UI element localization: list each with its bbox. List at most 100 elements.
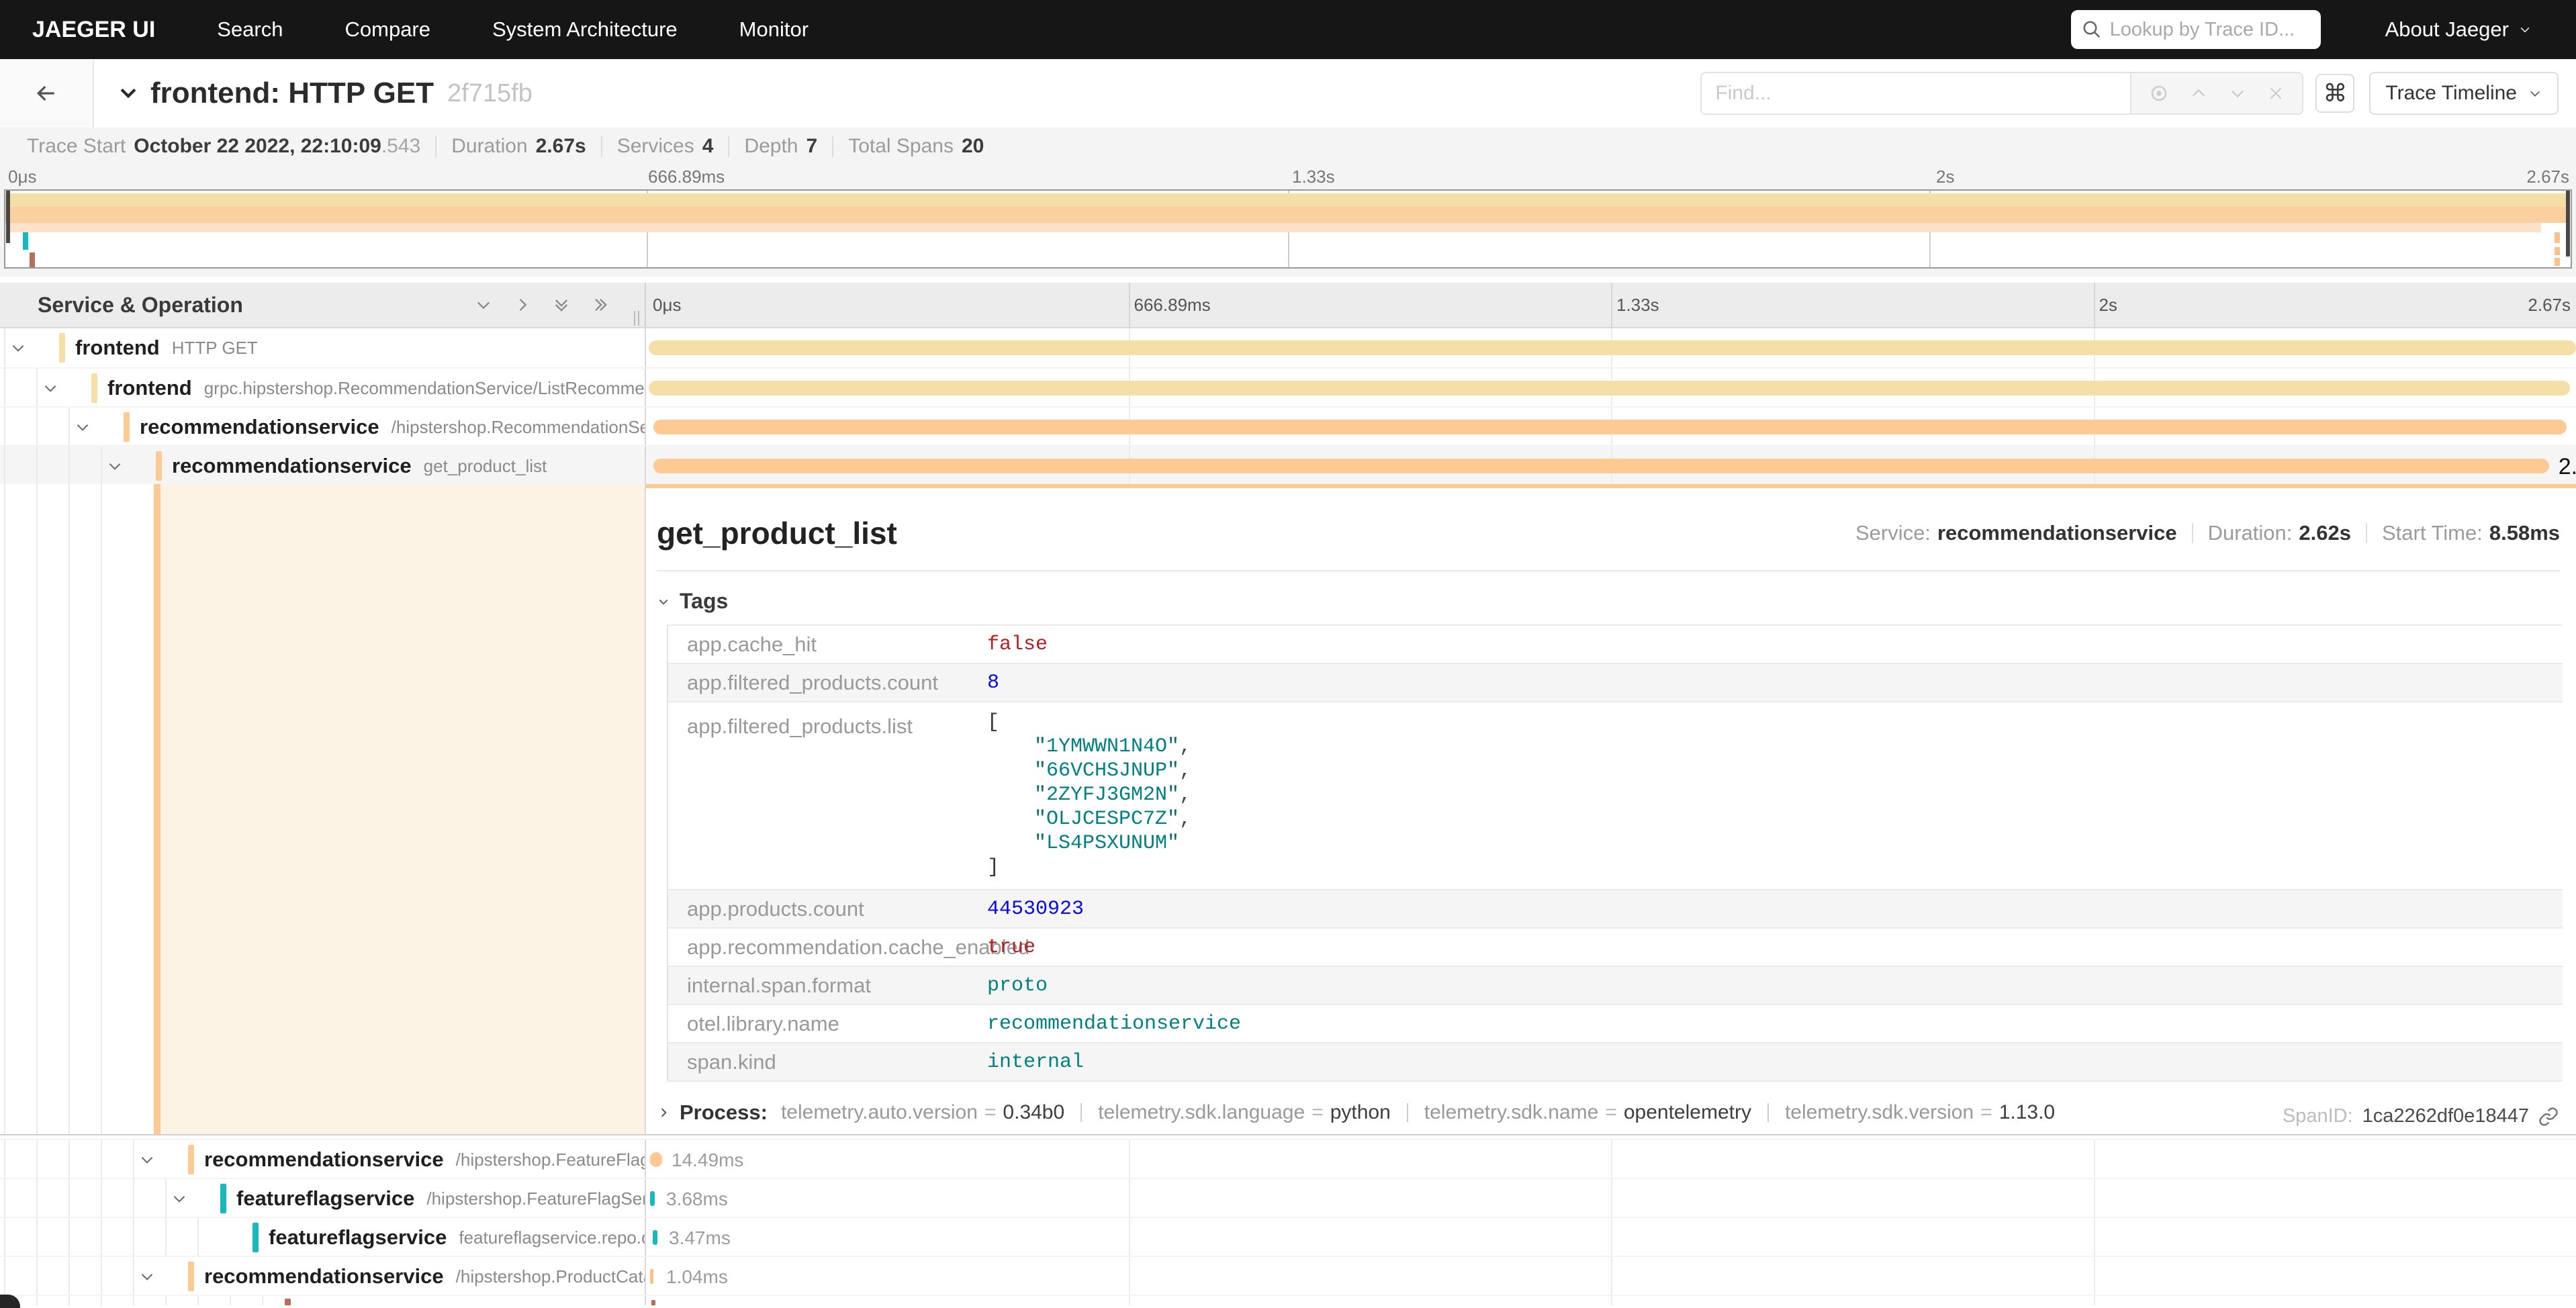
tag-row: span.kind internal	[668, 1042, 2563, 1080]
trace-id-lookup-input[interactable]	[2110, 19, 2310, 41]
service-operation-header: Service & Operation	[0, 283, 646, 327]
about-jaeger-menu[interactable]: About Jaeger	[2385, 17, 2532, 42]
app-logo[interactable]: JAEGER UI	[32, 17, 155, 43]
minimap-span-tail	[2555, 247, 2560, 255]
span-detail-meta: Service:recommendationservice Duration:2…	[1855, 521, 2560, 545]
trace-summary: Trace Start October 22 2022, 22:10:09 .5…	[0, 128, 2576, 165]
tag-row: app.recommendation.cache_enabled true	[668, 927, 2563, 966]
collapse-one-icon[interactable]	[474, 295, 493, 314]
process-kv: telemetry.sdk.languagepython	[1098, 1101, 1391, 1124]
focus-match-icon[interactable]	[2149, 83, 2169, 103]
minimap-span-tail	[2555, 258, 2560, 266]
timeline-header: Service & Operation 0μs	[0, 283, 2576, 328]
tags-section-title: Tags	[680, 589, 728, 614]
span-service: recommendationservice	[140, 415, 379, 439]
span-row-frontend-grpc[interactable]: frontend grpc.hipstershop.Recommendation…	[0, 367, 2576, 406]
trace-duration: Duration 2.67s	[436, 136, 602, 157]
span-row-recommendation-list[interactable]: recommendationservice /hipstershop.Recom…	[0, 406, 2576, 445]
column-resizer[interactable]	[634, 311, 639, 326]
process-kv: telemetry.auto.version0.34b0	[781, 1101, 1064, 1124]
service-color-bar	[59, 333, 65, 363]
selected-span-tint	[160, 484, 645, 1134]
span-operation: featureflagservice.repo.query:fe...	[459, 1227, 646, 1248]
nav-item-monitor[interactable]: Monitor	[739, 17, 809, 42]
span-service: frontend	[75, 336, 160, 360]
process-kv: telemetry.sdk.nameopentelemetry	[1424, 1101, 1751, 1124]
expand-one-icon[interactable]	[513, 295, 532, 314]
chevron-down-icon[interactable]	[106, 457, 124, 475]
link-icon[interactable]	[2538, 1107, 2559, 1127]
tags-section-toggle[interactable]: Tags	[657, 589, 2576, 614]
span-row-rec-featureflag[interactable]: recommendationservice /hipstershop.Featu…	[0, 1139, 2576, 1178]
chevron-down-icon	[2518, 23, 2532, 36]
next-match-icon[interactable]	[2228, 84, 2247, 103]
span-bar[interactable]	[653, 1230, 657, 1245]
span-row-rec-productcatalog[interactable]: recommendationservice /hipstershop.Produ…	[0, 1256, 2576, 1295]
span-service: recommendationservice	[172, 454, 412, 478]
minimap-span-featureflag	[23, 232, 28, 250]
top-nav: JAEGER UI Search Compare System Architec…	[0, 0, 2576, 59]
span-id-label: SpanID:	[2283, 1105, 2353, 1127]
expand-all-icon[interactable]	[591, 295, 610, 314]
tag-row: app.products.count 44530923	[668, 889, 2563, 927]
service-color-bar	[188, 1145, 194, 1174]
span-bar[interactable]	[649, 340, 2576, 355]
command-icon: ⌘	[2323, 79, 2347, 107]
minimap-right-handle[interactable]	[2566, 191, 2570, 256]
span-service-meta: Service:recommendationservice	[1855, 521, 2177, 545]
process-section-toggle[interactable]: Process: telemetry.auto.version0.34b0 te…	[657, 1101, 2560, 1125]
trace-header-bar: frontend: HTTP GET 2f715fb ⌘	[0, 59, 2576, 128]
keyboard-shortcuts-button[interactable]: ⌘	[2315, 74, 2354, 113]
tag-row: app.filtered_products.list [ 1YMWWN1N4O …	[668, 701, 2563, 889]
chevron-down-icon[interactable]	[171, 1190, 188, 1207]
chevron-down-icon[interactable]	[42, 379, 59, 397]
trace-view-selector[interactable]: Trace Timeline	[2369, 72, 2559, 115]
tag-row: internal.span.format proto	[668, 966, 2563, 1004]
chevron-down-icon[interactable]	[74, 418, 91, 436]
span-row-partial[interactable]	[0, 1295, 2576, 1305]
chevron-right-icon	[657, 1106, 670, 1119]
trace-services-count: Services 4	[602, 136, 730, 157]
span-bar[interactable]	[650, 1269, 653, 1284]
trace-minimap[interactable]	[4, 189, 2572, 269]
prev-match-icon[interactable]	[2189, 84, 2208, 103]
tag-row: app.filtered_products.count 8	[668, 663, 2563, 701]
span-bar[interactable]	[651, 1300, 655, 1305]
span-detail-title: get_product_list	[657, 515, 897, 551]
span-bar[interactable]	[653, 459, 2548, 473]
span-operation: get_product_list	[424, 456, 547, 477]
back-button[interactable]	[0, 59, 94, 128]
collapse-trace-chevron[interactable]	[117, 82, 140, 105]
nav-item-compare[interactable]: Compare	[345, 17, 431, 42]
chevron-down-icon[interactable]	[9, 339, 27, 357]
minimap-span-recommendation	[5, 207, 2567, 223]
nav-item-system-architecture[interactable]: System Architecture	[492, 17, 678, 42]
collapse-all-icon[interactable]	[552, 295, 571, 314]
span-operation: /hipstershop.ProductCatalogSer...	[456, 1266, 646, 1287]
span-row-frontend-http-get[interactable]: frontend HTTP GET	[0, 328, 2576, 367]
clear-find-icon[interactable]	[2267, 85, 2285, 102]
chevron-down-icon[interactable]	[138, 1151, 156, 1168]
span-bar[interactable]	[649, 381, 2570, 395]
span-duration-label: 2.62s	[2559, 454, 2576, 480]
trace-start: Trace Start October 22 2022, 22:10:09 .5…	[12, 136, 436, 157]
trace-id-lookup[interactable]	[2071, 10, 2321, 49]
chevron-down-icon[interactable]	[138, 1268, 156, 1285]
span-row-featureflag-repo-query[interactable]: featureflagservice featureflagservice.re…	[0, 1217, 2576, 1256]
nav-item-search[interactable]: Search	[217, 17, 283, 42]
span-row-featureflag-ge[interactable]: featureflagservice /hipstershop.FeatureF…	[0, 1178, 2576, 1217]
minimap-span-recommendation-2	[7, 223, 2541, 232]
span-service: frontend	[107, 376, 192, 400]
find-input[interactable]	[1700, 72, 2130, 115]
span-bar[interactable]	[653, 420, 2566, 434]
span-detail-row: get_product_list Service:recommendations…	[0, 484, 2576, 1135]
service-color-bar	[156, 451, 162, 481]
span-bar[interactable]	[650, 1191, 655, 1206]
minimap-left-handle[interactable]	[6, 191, 10, 243]
trace-depth: Depth 7	[729, 136, 833, 157]
span-row-get-product-list[interactable]: recommendationservice get_product_list 2…	[0, 445, 2576, 484]
tags-table: app.cache_hit false app.filtered_product…	[667, 624, 2563, 1082]
trace-title: frontend: HTTP GET	[150, 77, 434, 110]
span-bar[interactable]	[650, 1152, 662, 1167]
span-duration-label: 3.47ms	[669, 1227, 731, 1249]
